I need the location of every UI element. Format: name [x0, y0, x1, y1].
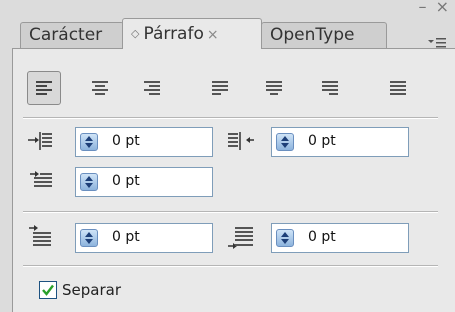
- alignment-buttons: [27, 71, 437, 105]
- justify-last-right-icon: [322, 81, 338, 95]
- space-before-field[interactable]: 0 pt: [75, 223, 213, 253]
- right-indent-field[interactable]: 0 pt: [271, 127, 409, 157]
- tab-strip: Carácter ◇ Párrafo × OpenType: [20, 14, 455, 49]
- tab-caracter[interactable]: Carácter: [20, 22, 124, 48]
- first-line-indent-value: 0 pt: [112, 173, 140, 189]
- divider: [23, 211, 438, 213]
- space-after-value: 0 pt: [308, 229, 336, 245]
- align-left-icon: [36, 81, 52, 95]
- space-after-row: 0 pt: [227, 221, 427, 255]
- panel-diamond-icon: ◇: [131, 27, 140, 40]
- space-after-icon: [227, 225, 255, 251]
- justify-last-center-button[interactable]: [257, 71, 291, 105]
- left-indent-field[interactable]: 0 pt: [75, 127, 213, 157]
- space-before-row: 0 pt: [27, 221, 227, 255]
- checkmark-icon: [42, 284, 54, 296]
- stepper-icon[interactable]: [80, 133, 98, 151]
- divider: [23, 265, 438, 267]
- tab-parrafo[interactable]: ◇ Párrafo ×: [122, 18, 262, 49]
- left-indent-row: 0 pt: [27, 125, 213, 159]
- right-indent-value: 0 pt: [308, 133, 336, 149]
- justify-all-icon: [390, 81, 406, 95]
- first-line-indent-row: 0 pt: [27, 165, 227, 199]
- justify-last-right-button[interactable]: [313, 71, 347, 105]
- close-icon[interactable]: ×: [207, 27, 219, 43]
- tab-label: Párrafo: [143, 24, 204, 44]
- first-line-indent-field[interactable]: 0 pt: [75, 167, 213, 197]
- align-center-icon: [92, 81, 108, 95]
- align-center-button[interactable]: [83, 71, 117, 105]
- align-left-button[interactable]: [27, 71, 61, 105]
- stepper-icon[interactable]: [276, 229, 294, 247]
- hyphenate-checkbox[interactable]: [39, 281, 57, 299]
- align-right-icon: [144, 81, 160, 95]
- left-indent-icon: [27, 129, 55, 155]
- justify-last-left-button[interactable]: [203, 71, 237, 105]
- right-indent-row: 0 pt: [227, 125, 427, 159]
- paragraph-panel: 0 pt 0 pt 0 pt 0 pt 0 pt Separar: [12, 48, 455, 312]
- divider: [23, 117, 438, 119]
- space-before-icon: [27, 225, 55, 251]
- tab-opentype[interactable]: OpenType: [261, 22, 387, 48]
- stepper-icon[interactable]: [80, 229, 98, 247]
- stepper-icon[interactable]: [80, 173, 98, 191]
- left-indent-value: 0 pt: [112, 133, 140, 149]
- hyphenate-label[interactable]: Separar: [62, 281, 121, 299]
- space-before-value: 0 pt: [112, 229, 140, 245]
- justify-last-left-icon: [212, 81, 228, 95]
- space-after-field[interactable]: 0 pt: [271, 223, 409, 253]
- first-line-indent-icon: [27, 169, 55, 195]
- justify-all-button[interactable]: [381, 71, 415, 105]
- align-right-button[interactable]: [135, 71, 169, 105]
- tab-label: OpenType: [270, 25, 355, 45]
- justify-last-center-icon: [266, 81, 282, 95]
- tab-label: Carácter: [29, 25, 103, 45]
- stepper-icon[interactable]: [276, 133, 294, 151]
- right-indent-icon: [227, 129, 255, 155]
